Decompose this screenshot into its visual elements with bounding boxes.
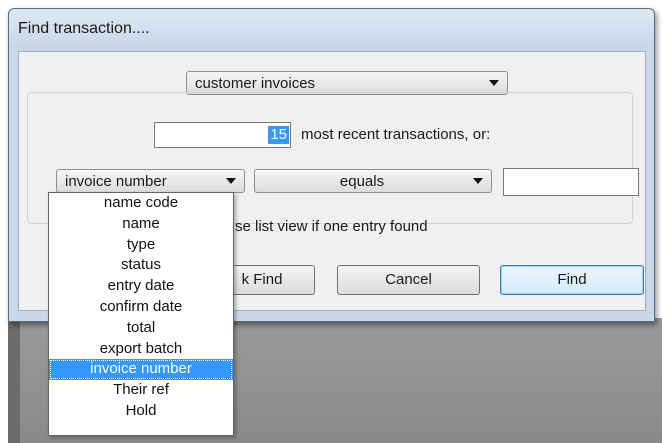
dropdown-item-hold[interactable]: Hold [49,401,233,422]
recent-transactions-label: most recent transactions, or: [301,126,491,143]
recent-count-input[interactable]: 15 [154,122,291,148]
recent-count-value: 15 [268,126,289,144]
dropdown-item-entry-date[interactable]: entry date [49,276,233,297]
background-window-edge [8,318,20,443]
chevron-down-icon [473,178,483,184]
dropdown-item-export-batch[interactable]: export batch [49,339,233,360]
dropdown-item-name-code[interactable]: name code [49,193,233,214]
find-button-label: Find [557,271,587,288]
search-field-select[interactable]: invoice number [56,169,245,193]
dropdown-item-status[interactable]: status [49,255,233,276]
dropdown-item-invoice-number[interactable]: invoice number [49,359,233,381]
find-button[interactable]: Find [500,265,644,295]
dropdown-item-confirm-date[interactable]: confirm date [49,297,233,318]
operator-value: equals [339,173,385,190]
title-bar[interactable]: Find transaction.... [9,9,654,49]
window-title: Find transaction.... [18,20,150,37]
chevron-down-icon [489,80,499,86]
transaction-type-value: customer invoices [195,75,316,92]
search-field-value: invoice number [65,173,167,190]
dropdown-item-name[interactable]: name [49,214,233,235]
search-value-input[interactable] [503,168,639,196]
chevron-down-icon [226,178,236,184]
use-list-view-checkbox-label[interactable]: se list view if one entry found [235,218,428,235]
quick-find-button-label: k Find [241,271,283,288]
dropdown-item-total[interactable]: total [49,318,233,339]
cancel-button-label: Cancel [385,271,432,288]
dropdown-item-their-ref[interactable]: Their ref [49,380,233,401]
operator-select[interactable]: equals [254,169,492,193]
cancel-button[interactable]: Cancel [337,265,480,295]
search-field-dropdown-list[interactable]: name code name type status entry date co… [48,192,234,436]
dropdown-item-type[interactable]: type [49,235,233,256]
